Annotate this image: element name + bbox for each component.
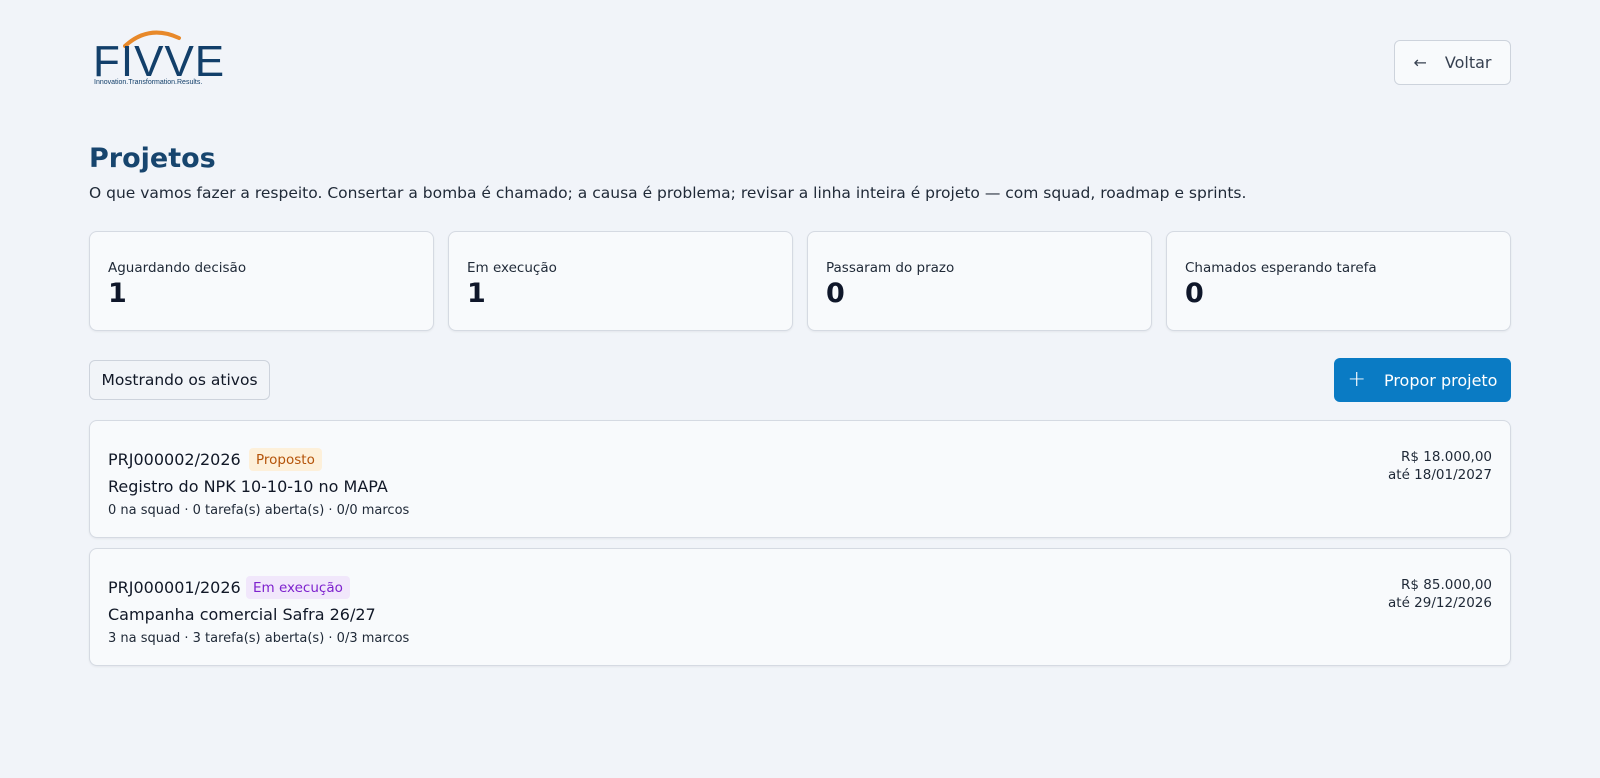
stat-label: Em execução [467, 260, 557, 276]
project-meta: 0 na squad · 0 tarefa(s) aberta(s) · 0/0… [108, 503, 410, 518]
stat-value: 1 [108, 278, 127, 309]
page-title: Projetos [89, 143, 216, 174]
back-button[interactable]: ← Voltar [1394, 40, 1511, 85]
stat-label: Passaram do prazo [826, 260, 955, 276]
status-badge: Em execução [246, 576, 350, 599]
project-code: PRJ000002/2026 [108, 450, 241, 469]
project-card[interactable]: PRJ000001/2026 Em execução Campanha come… [89, 548, 1511, 666]
project-name: Campanha comercial Safra 26/27 [108, 605, 376, 624]
project-due-date: até 29/12/2026 [1388, 595, 1492, 611]
propose-project-label: Propor projeto [1383, 370, 1498, 390]
stat-value: 0 [1185, 278, 1204, 309]
stat-value: 0 [826, 278, 845, 309]
stat-card-awaiting-decision: Aguardando decisão 1 [89, 231, 434, 331]
back-button-label: Voltar [1444, 53, 1492, 72]
stats-row: Aguardando decisão 1 Em execução 1 Passa… [89, 231, 1511, 331]
brand-name: FIVVE [93, 37, 226, 86]
stat-label: Chamados esperando tarefa [1185, 260, 1377, 276]
propose-project-button[interactable]: + Propor projeto [1334, 358, 1511, 402]
brand-logo[interactable]: FIVVE Innovation.Transformation.Results. [93, 28, 224, 90]
status-badge: Proposto [249, 448, 322, 471]
project-card[interactable]: PRJ000002/2026 Proposto Registro do NPK … [89, 420, 1511, 538]
stat-card-in-progress: Em execução 1 [448, 231, 793, 331]
plus-icon: + [1347, 367, 1366, 392]
project-meta: 3 na squad · 3 tarefa(s) aberta(s) · 0/3… [108, 631, 410, 646]
stat-card-overdue: Passaram do prazo 0 [807, 231, 1152, 331]
project-value: R$ 18.000,00 [1401, 449, 1492, 465]
brand-tagline: Innovation.Transformation.Results. [94, 79, 203, 86]
stat-label: Aguardando decisão [108, 260, 247, 276]
project-name: Registro do NPK 10-10-10 no MAPA [108, 477, 388, 496]
stat-card-tickets-waiting: Chamados esperando tarefa 0 [1166, 231, 1511, 331]
page-subtitle: O que vamos fazer a respeito. Consertar … [89, 184, 1247, 202]
filter-active-button[interactable]: Mostrando os ativos [89, 360, 270, 400]
project-code: PRJ000001/2026 [108, 578, 241, 597]
header: FIVVE Innovation.Transformation.Results.… [89, 0, 1511, 110]
stat-value: 1 [467, 278, 486, 309]
project-due-date: até 18/01/2027 [1388, 467, 1492, 483]
project-value: R$ 85.000,00 [1401, 577, 1492, 593]
page: FIVVE Innovation.Transformation.Results.… [89, 0, 1511, 666]
arrow-left-icon: ← [1413, 53, 1427, 72]
project-list: PRJ000002/2026 Proposto Registro do NPK … [89, 420, 1511, 676]
